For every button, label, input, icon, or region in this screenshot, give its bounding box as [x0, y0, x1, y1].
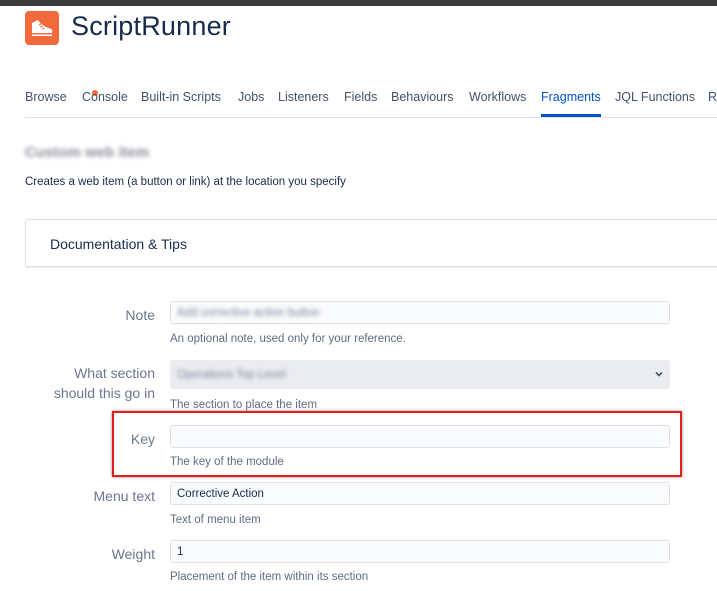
menu-text-input[interactable]	[170, 482, 670, 505]
tab-fields[interactable]: Fields	[344, 90, 377, 104]
tab-browse[interactable]: Browse	[25, 90, 67, 104]
section-select[interactable]: Operations Top Level	[170, 360, 670, 389]
weight-label: Weight	[111, 546, 155, 562]
active-tab-underline	[541, 114, 601, 117]
menu-text-label: Menu text	[93, 488, 155, 504]
app-title: ScriptRunner	[71, 11, 231, 41]
section-label-line1: What section	[74, 365, 155, 381]
section-value: Operations Top Level	[177, 369, 286, 381]
tab-jobs[interactable]: Jobs	[238, 90, 264, 104]
note-label: Note	[125, 307, 155, 323]
weight-input[interactable]	[170, 540, 670, 563]
tab-workflows[interactable]: Workflows	[469, 90, 526, 104]
tab-behaviours[interactable]: Behaviours	[391, 90, 454, 104]
documentation-tips-label: Documentation & Tips	[50, 236, 187, 252]
tab-jql-functions[interactable]: JQL Functions	[615, 90, 695, 104]
section-help: The section to place the item	[170, 399, 318, 411]
key-field-highlight	[112, 411, 682, 477]
sneaker-icon	[32, 20, 53, 36]
tab-console[interactable]: Console	[82, 90, 128, 104]
fragment-type-heading: Custom web item	[25, 144, 150, 161]
note-value: Add corrective action button	[177, 307, 320, 319]
note-input[interactable]: Add corrective action button	[170, 301, 670, 324]
tab-listeners[interactable]: Listeners	[278, 90, 329, 104]
chevron-down-icon[interactable]	[654, 369, 664, 379]
menu-text-help: Text of menu item	[170, 514, 261, 526]
note-help: An optional note, used only for your ref…	[170, 333, 406, 345]
main-nav-tabs: Browse Console Built-in Scripts Jobs Lis…	[25, 80, 717, 118]
tab-overflow[interactable]: RE	[708, 90, 717, 104]
documentation-tips-panel[interactable]: Documentation & Tips	[25, 219, 717, 267]
fragment-description: Creates a web item (a button or link) at…	[25, 176, 346, 188]
scriptrunner-logo	[25, 11, 59, 45]
section-label-line2: should this go in	[53, 385, 155, 401]
tab-built-in-scripts[interactable]: Built-in Scripts	[141, 90, 221, 104]
browser-top-bar	[0, 0, 717, 6]
weight-help: Placement of the item within its section	[170, 571, 369, 583]
tab-fragments[interactable]: Fragments	[541, 90, 601, 104]
